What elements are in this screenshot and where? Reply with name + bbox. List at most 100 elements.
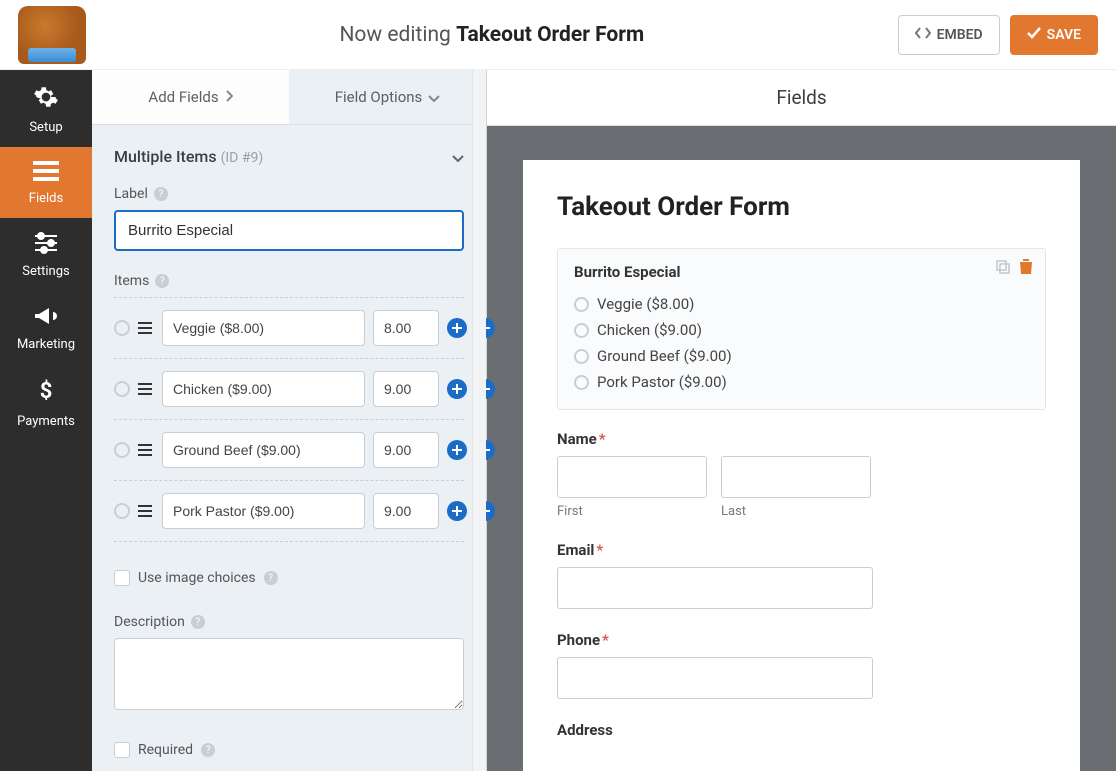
option-row[interactable]: Chicken ($9.00) [574, 317, 1029, 343]
description-input[interactable] [114, 638, 464, 710]
add-item-button[interactable] [447, 379, 467, 399]
required-asterisk: * [602, 631, 609, 649]
chevron-right-icon [225, 88, 233, 106]
field-actions [995, 259, 1033, 279]
label-section: Label ? [92, 178, 486, 265]
option-row[interactable]: Veggie ($8.00) [574, 291, 1029, 317]
sidenav-setup[interactable]: Setup [0, 70, 92, 147]
item-price-input[interactable] [373, 432, 439, 468]
sidenav-fields[interactable]: Fields [0, 147, 92, 218]
name-label: Name* [557, 430, 1046, 448]
help-icon[interactable]: ? [155, 274, 169, 288]
image-choices-section: Use image choices ? [92, 556, 486, 606]
item-price-input[interactable] [373, 493, 439, 529]
name-field[interactable]: Name* First Last [557, 430, 1046, 519]
phone-field[interactable]: Phone* [557, 631, 1046, 699]
item-price-input[interactable] [373, 371, 439, 407]
gear-icon [4, 84, 88, 114]
required-row[interactable]: Required ? [114, 736, 464, 764]
help-icon[interactable]: ? [154, 187, 168, 201]
duplicate-icon[interactable] [995, 259, 1011, 279]
help-icon[interactable]: ? [191, 615, 205, 629]
add-item-button[interactable] [447, 501, 467, 521]
embed-label: EMBED [937, 27, 983, 43]
editing-title: Now editing Takeout Order Form [86, 23, 898, 47]
drag-handle-icon[interactable] [138, 444, 154, 456]
name-inputs: First Last [557, 456, 1046, 519]
email-field[interactable]: Email* [557, 541, 1046, 609]
sliders-icon [4, 232, 88, 258]
default-radio[interactable] [114, 320, 130, 336]
radio-icon [574, 375, 589, 390]
image-choices-row[interactable]: Use image choices ? [114, 564, 464, 592]
default-radio[interactable] [114, 503, 130, 519]
required-label: Required [138, 742, 193, 758]
option-row[interactable]: Pork Pastor ($9.00) [574, 369, 1029, 395]
sidenav-label: Fields [29, 191, 63, 206]
field-header[interactable]: Multiple Items (ID #9) [92, 125, 486, 178]
checkbox[interactable] [114, 570, 130, 586]
preview-canvas: Takeout Order Form Burrito Especial Vegg… [487, 126, 1116, 771]
email-input[interactable] [557, 567, 873, 609]
sidenav-label: Setup [29, 120, 62, 135]
save-label: SAVE [1047, 27, 1081, 43]
sidenav-marketing[interactable]: Marketing [0, 291, 92, 364]
field-type-title: Multiple Items (ID #9) [114, 147, 263, 166]
drag-handle-icon[interactable] [138, 505, 154, 517]
editing-prefix: Now editing [339, 23, 456, 47]
sidenav-label: Marketing [17, 337, 75, 352]
radio-icon [574, 349, 589, 364]
item-price-input[interactable] [373, 310, 439, 346]
default-radio[interactable] [114, 381, 130, 397]
option-row[interactable]: Ground Beef ($9.00) [574, 343, 1029, 369]
phone-input[interactable] [557, 657, 873, 699]
radio-icon [574, 297, 589, 312]
required-asterisk: * [599, 430, 606, 448]
trash-icon[interactable] [1019, 259, 1033, 279]
help-icon[interactable]: ? [201, 743, 215, 757]
address-field[interactable]: Address [557, 721, 1046, 739]
label-input[interactable] [114, 210, 464, 251]
image-choices-label: Use image choices [138, 570, 256, 586]
tab-label: Add Fields [148, 88, 218, 106]
main: Setup Fields Settings Marketing $ Paymen… [0, 70, 1116, 771]
address-label: Address [557, 721, 1046, 739]
default-radio[interactable] [114, 442, 130, 458]
last-name-input[interactable] [721, 456, 871, 498]
embed-button[interactable]: EMBED [898, 15, 1000, 55]
panel-tabs: Add Fields Field Options [92, 70, 486, 125]
top-actions: EMBED SAVE [898, 15, 1098, 55]
first-name-input[interactable] [557, 456, 707, 498]
drag-handle-icon[interactable] [138, 322, 154, 334]
save-button[interactable]: SAVE [1010, 15, 1098, 55]
item-name-input[interactable] [162, 432, 365, 468]
sidenav-payments[interactable]: $ Payments [0, 364, 92, 441]
help-icon[interactable]: ? [264, 571, 278, 585]
item-name-input[interactable] [162, 310, 365, 346]
email-label: Email* [557, 541, 1046, 559]
scrollbar[interactable] [472, 70, 486, 771]
items-wrap [114, 297, 464, 542]
selected-field-block[interactable]: Burrito Especial Veggie ($8.00) Chicken … [557, 248, 1046, 410]
item-name-input[interactable] [162, 371, 365, 407]
required-asterisk: * [596, 541, 603, 559]
dollar-icon: $ [4, 378, 88, 408]
tab-add-fields[interactable]: Add Fields [92, 70, 289, 124]
add-item-button[interactable] [447, 318, 467, 338]
sidenav-settings[interactable]: Settings [0, 218, 92, 291]
last-sublabel: Last [721, 504, 871, 519]
field-block-title: Burrito Especial [574, 263, 1029, 281]
add-item-button[interactable] [447, 440, 467, 460]
item-name-input[interactable] [162, 493, 365, 529]
form-card: Takeout Order Form Burrito Especial Vegg… [523, 160, 1080, 771]
description-heading: Description ? [114, 614, 464, 630]
tab-field-options[interactable]: Field Options [289, 70, 486, 124]
description-section: Description ? [92, 606, 486, 728]
drag-handle-icon[interactable] [138, 383, 154, 395]
svg-text:$: $ [40, 379, 53, 404]
form-name: Takeout Order Form [456, 23, 644, 47]
checkbox[interactable] [114, 742, 130, 758]
phone-label: Phone* [557, 631, 1046, 649]
preview: Fields Takeout Order Form Burrito Especi… [487, 70, 1116, 771]
chevron-down-icon [428, 88, 440, 106]
